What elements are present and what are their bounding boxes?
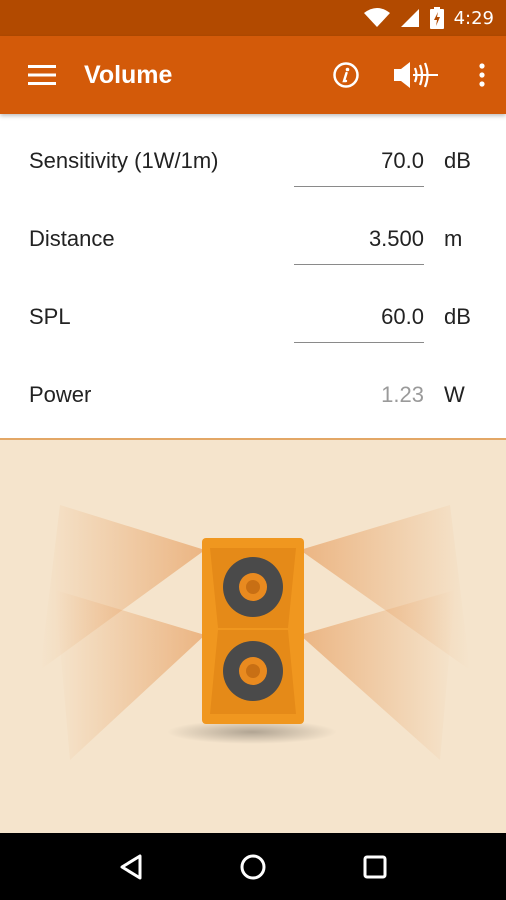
sensitivity-label: Sensitivity (1W/1m)	[29, 148, 219, 173]
sensitivity-unit: dB	[444, 148, 471, 173]
page-title: Volume	[84, 60, 173, 89]
status-bar: 4:29	[0, 0, 506, 36]
app-bar: Volume	[0, 36, 506, 114]
power-value: 1.23	[381, 382, 424, 407]
back-icon	[120, 854, 142, 879]
recents-icon	[363, 855, 387, 878]
spl-label: SPL	[29, 304, 71, 329]
speaker-button[interactable]	[374, 36, 458, 114]
info-button[interactable]	[318, 36, 374, 114]
power-unit: W	[444, 382, 465, 407]
spl-unit: dB	[444, 304, 471, 329]
distance-label: Distance	[29, 226, 115, 251]
navigation-bar	[0, 833, 506, 900]
distance-underline	[294, 264, 424, 265]
spl-underline	[294, 342, 424, 343]
back-button[interactable]	[111, 847, 151, 887]
more-vert-icon	[479, 63, 485, 87]
home-icon	[240, 854, 266, 879]
status-time: 4:29	[453, 7, 494, 29]
distance-unit: m	[444, 226, 463, 251]
spl-row: SPL 60.0 dB	[0, 278, 506, 356]
wifi-icon	[363, 8, 390, 27]
speaker-illustration	[0, 440, 506, 833]
sensitivity-input[interactable]: 70.0	[381, 148, 424, 174]
more-options-button[interactable]	[458, 36, 506, 114]
woofer-lower-cap	[246, 664, 260, 678]
distance-row: Distance 3.500 m	[0, 200, 506, 278]
power-label: Power	[29, 382, 92, 407]
recents-button[interactable]	[355, 847, 395, 887]
info-icon	[333, 62, 359, 88]
menu-button[interactable]	[0, 36, 84, 114]
home-button[interactable]	[233, 847, 273, 887]
spl-input[interactable]: 60.0	[381, 304, 424, 330]
power-row: Power 1.23 W	[0, 356, 506, 434]
speaker-wave-icon	[394, 62, 438, 88]
woofer-upper-cap	[246, 580, 260, 594]
volume-form: Sensitivity (1W/1m) 70.0 dB Distance 3.5…	[0, 114, 506, 438]
menu-icon	[28, 65, 56, 85]
sensitivity-row: Sensitivity (1W/1m) 70.0 dB	[0, 122, 506, 200]
sensitivity-underline	[294, 186, 424, 187]
battery-charging-icon	[429, 7, 444, 29]
speaker-graphic	[40, 505, 470, 760]
signal-icon	[400, 9, 419, 27]
distance-input[interactable]: 3.500	[369, 226, 424, 252]
